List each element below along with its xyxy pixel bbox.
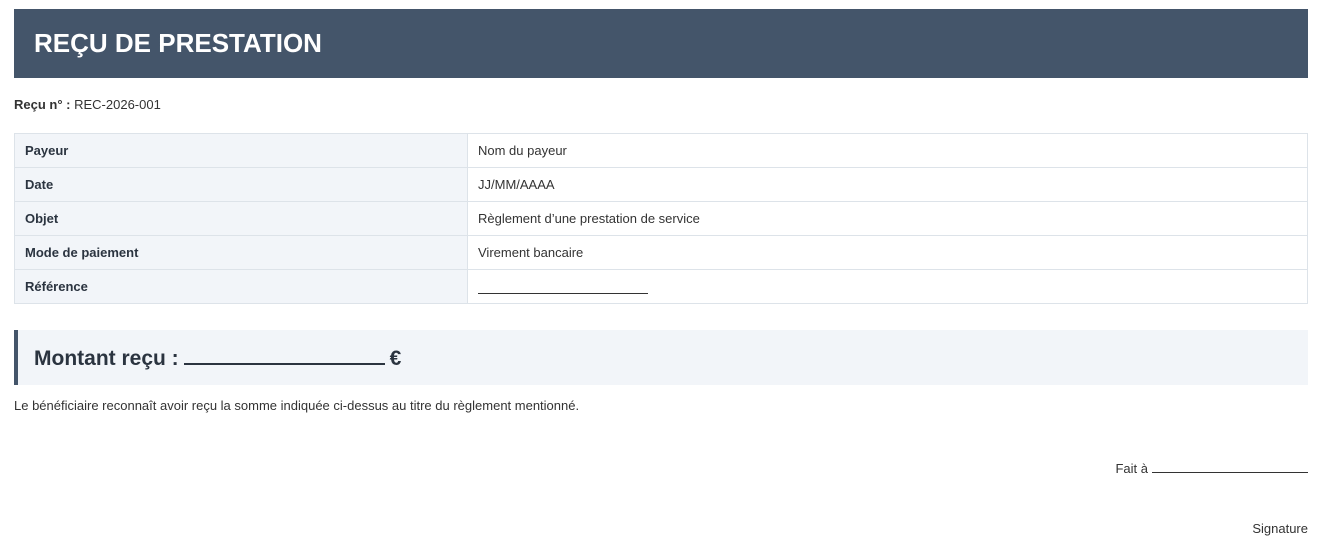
amount-box: Montant reçu : € [14,330,1308,385]
reference-label: Référence [14,269,468,304]
reference-value [467,269,1308,304]
payment-method-value: Virement bancaire [467,235,1308,270]
table-row: Mode de paiement Virement bancaire [14,235,1308,270]
acknowledgement-text: Le bénéficiaire reconnaît avoir reçu la … [14,398,580,413]
receipt-number-label: Reçu n° : [14,97,71,112]
amount-blank-line [183,345,385,365]
table-row: Objet Règlement d’une prestation de serv… [14,201,1308,236]
payer-value: Nom du payeur [467,133,1308,168]
payer-label: Payeur [14,133,468,168]
table-row: Référence [14,269,1308,304]
details-table: Payeur Nom du payeur Date JJ/MM/AAAA Obj… [14,133,1308,304]
object-value: Règlement d’une prestation de service [467,201,1308,236]
reference-blank-line [478,281,648,295]
amount-label: Montant reçu : [34,347,179,370]
object-label: Objet [14,201,468,236]
receipt-number: Reçu n° : REC-2026-001 [14,97,161,113]
page-title: REÇU DE PRESTATION [34,28,322,58]
amount-row: Montant reçu : € [34,345,401,371]
place-label: Fait à [1115,461,1148,476]
date-label: Date [14,167,468,202]
receipt-page: REÇU DE PRESTATION Reçu n° : REC-2026-00… [0,0,1337,554]
signature-label: Signature [1252,521,1308,536]
date-value: JJ/MM/AAAA [467,167,1308,202]
place-field: Fait à [1115,460,1308,477]
header-banner: REÇU DE PRESTATION [14,9,1308,78]
receipt-number-value: REC-2026-001 [74,97,161,112]
currency-symbol: € [389,347,402,370]
payment-method-label: Mode de paiement [14,235,468,270]
table-row: Payeur Nom du payeur [14,133,1308,168]
table-row: Date JJ/MM/AAAA [14,167,1308,202]
place-blank-line [1152,460,1308,473]
